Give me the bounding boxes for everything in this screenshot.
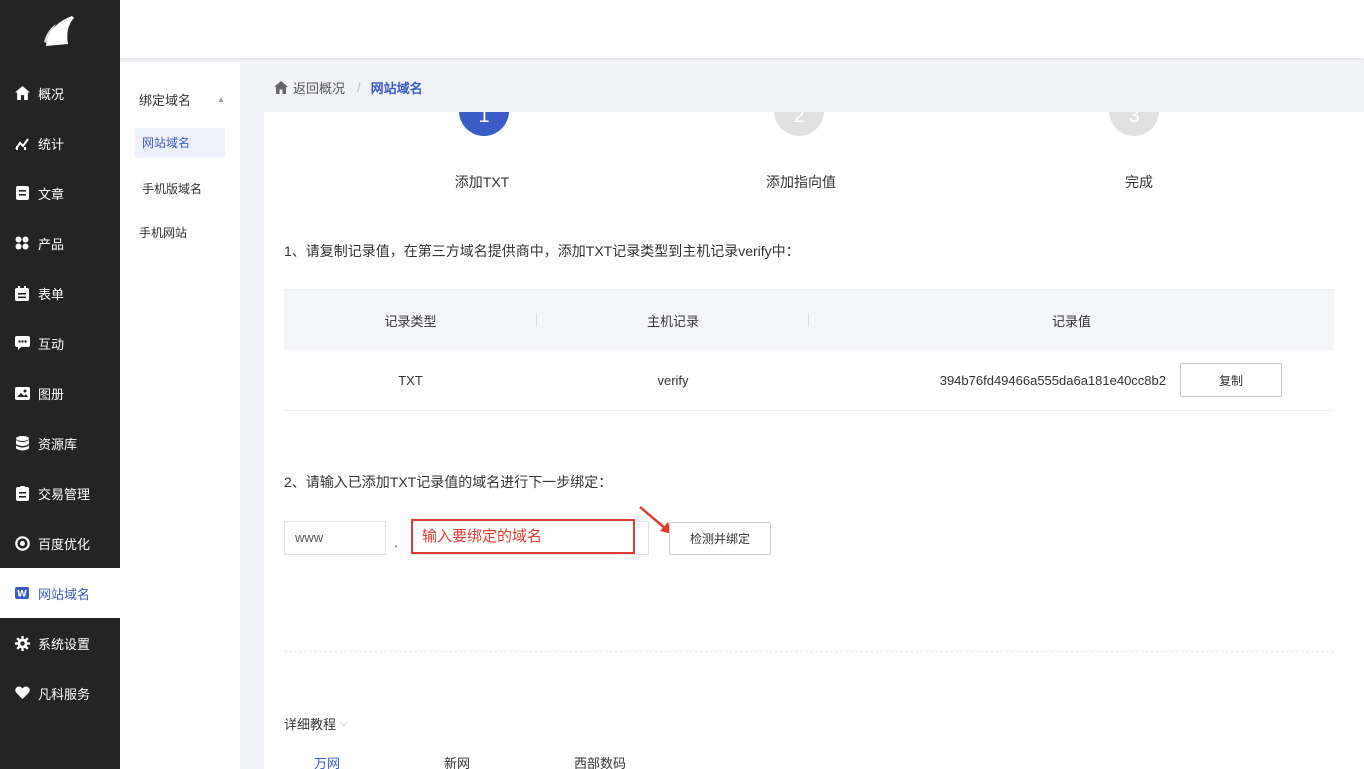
- tutorial-toggle[interactable]: 详细教程 ⌵: [284, 714, 348, 733]
- tutorial-label: 详细教程: [284, 717, 337, 732]
- sidebar-item-label: 表单: [38, 286, 65, 302]
- sidebar-item-label: 交易管理: [38, 486, 91, 502]
- instruction-step-2: 2、请输入已添加TXT记录值的域名进行下一步绑定：: [284, 474, 613, 490]
- step-2-label: 添加指向值: [766, 174, 836, 190]
- sidebar-item-12[interactable]: 系统设置: [0, 618, 120, 668]
- header-host-record-label: 主机记录: [646, 313, 699, 329]
- subnav-item-mobile-site[interactable]: 手机网站: [139, 224, 187, 241]
- subnav-item-mobile-domain[interactable]: 手机版域名: [142, 180, 202, 197]
- subnav-group-bind-domain[interactable]: 绑定域名 ▲: [139, 90, 225, 109]
- sidebar-item-10[interactable]: 百度优化: [0, 518, 120, 568]
- seo-icon: [14, 535, 30, 551]
- tab-xinwang[interactable]: 新网: [444, 753, 470, 769]
- breadcrumb-back-label: 返回概况: [293, 80, 346, 96]
- header-record-type-label: 记录类型: [384, 313, 437, 329]
- breadcrumb-back-link[interactable]: 返回概况: [274, 78, 345, 97]
- sidebar-item-3[interactable]: 文章: [0, 168, 120, 218]
- chevron-down-icon: ⌵: [340, 718, 348, 729]
- sidebar-item-label: 文章: [38, 186, 65, 202]
- sidebar-item-11[interactable]: W 网站域名: [0, 568, 120, 618]
- section-divider: [284, 651, 1334, 652]
- sidebar-item-9[interactable]: 交易管理: [0, 468, 120, 518]
- sidebar-item-6[interactable]: 互动: [0, 318, 120, 368]
- sidebar-item-8[interactable]: 资源库: [0, 418, 120, 468]
- database-icon: [14, 435, 30, 451]
- table-row: TXT verify 394b76fd49466a555da6a181e40cc…: [284, 350, 1334, 411]
- breadcrumb-current: 网站域名: [370, 80, 423, 96]
- album-icon: [14, 385, 30, 401]
- tab-wanwang[interactable]: 万网: [314, 753, 340, 769]
- cell-host-record: verify: [657, 372, 689, 388]
- sidebar-item-label: 概况: [38, 86, 65, 102]
- sail-logo-icon: [44, 16, 74, 46]
- stats-icon: [14, 135, 30, 151]
- sidebar-item-label: 图册: [38, 386, 65, 402]
- logo[interactable]: [0, 0, 120, 62]
- sidebar-item-2[interactable]: 统计: [0, 118, 120, 168]
- step-1-label: 添加TXT: [454, 174, 510, 190]
- svg-text:W: W: [17, 590, 27, 600]
- sub-sidebar: 绑定域名 ▲ 网站域名 手机版域名 手机网站: [120, 62, 240, 769]
- home-icon: [14, 85, 30, 101]
- subnav-group-label: 绑定域名: [139, 93, 192, 108]
- sidebar-item-label: 凡科服务: [38, 686, 91, 702]
- record-table-header: 记录类型 主机记录 记录值: [284, 289, 1334, 350]
- breadcrumb-separator: /: [357, 79, 361, 95]
- step-3-circle: 3: [1109, 112, 1159, 136]
- main-content: 1 2 3 添加TXT 添加指向值 完成 1、请复制记录值，在第三方域名提供商中…: [264, 112, 1364, 769]
- gear-icon: [14, 635, 30, 651]
- subnav-item-site-domain[interactable]: 网站域名: [135, 128, 225, 158]
- sidebar-item-label: 统计: [38, 136, 65, 152]
- sidebar-item-7[interactable]: 图册: [0, 368, 120, 418]
- tab-west-digital[interactable]: 西部数码: [574, 753, 626, 769]
- step-2-circle: 2: [774, 112, 824, 136]
- check-and-bind-button[interactable]: 检测并绑定: [669, 522, 771, 555]
- sidebar-item-1[interactable]: 概况: [0, 68, 120, 118]
- chat-icon: [14, 335, 30, 351]
- trade-icon: [14, 485, 30, 501]
- domain-prefix-input[interactable]: www: [284, 521, 386, 555]
- domain-input[interactable]: 输入要绑定的域名: [411, 519, 635, 554]
- header-record-type: 记录类型: [284, 290, 537, 350]
- sidebar-item-label: 网站域名: [38, 586, 91, 602]
- record-table: 记录类型 主机记录 记录值 TXT verify 394b76fd49466a5…: [284, 289, 1334, 411]
- sidebar-item-label: 资源库: [38, 436, 78, 452]
- sidebar-item-5[interactable]: 表单: [0, 268, 120, 318]
- domain-dot: .: [394, 534, 398, 550]
- step-1-circle: 1: [459, 112, 509, 136]
- step-3-label: 完成: [1125, 174, 1153, 190]
- home-icon: [274, 80, 288, 94]
- caret-up-icon: ▲: [217, 95, 225, 104]
- w-icon: W: [14, 585, 30, 601]
- product-icon: [14, 235, 30, 251]
- heart-icon: [14, 685, 30, 701]
- sidebar-item-13[interactable]: 凡科服务: [0, 668, 120, 718]
- sidebar-item-label: 互动: [38, 336, 65, 352]
- sidebar-item-4[interactable]: 产品: [0, 218, 120, 268]
- form-icon: [14, 285, 30, 301]
- cell-record-value: 394b76fd49466a555da6a181e40cc8b2: [939, 372, 1166, 388]
- cell-record-type: TXT: [398, 372, 423, 388]
- header-record-value: 记录值: [809, 290, 1334, 350]
- header-host-record: 主机记录: [537, 290, 809, 350]
- sidebar-item-label: 系统设置: [38, 636, 91, 652]
- sidebar-item-label: 产品: [38, 236, 65, 252]
- article-icon: [14, 185, 30, 201]
- instruction-step-1: 1、请复制记录值，在第三方域名提供商中，添加TXT记录类型到主机记录verify…: [284, 243, 800, 259]
- top-bar: [120, 0, 1364, 58]
- sidebar-item-label: 百度优化: [38, 536, 91, 552]
- breadcrumb: 返回概况 / 网站域名: [258, 62, 1364, 112]
- header-record-value-label: 记录值: [1051, 313, 1091, 329]
- copy-button[interactable]: 复制: [1180, 363, 1282, 397]
